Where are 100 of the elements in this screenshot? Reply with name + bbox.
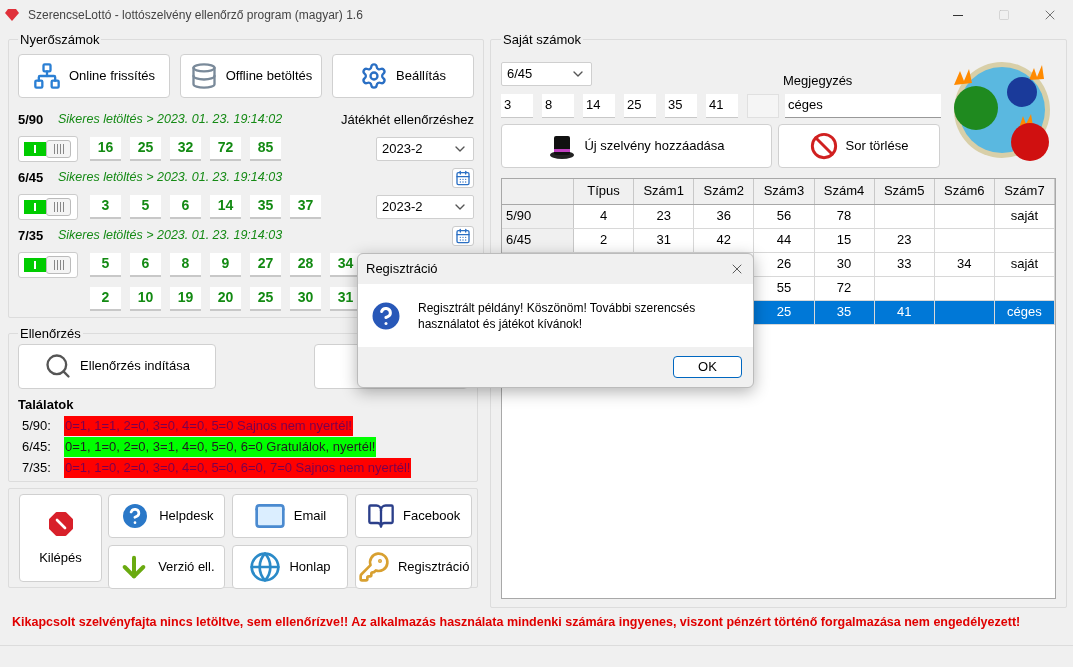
game-name: 5/90 xyxy=(18,110,45,129)
game-name: 7/35 xyxy=(18,226,45,245)
table-cell-text: 42 xyxy=(716,231,732,250)
result-text: 0=1, 1=0, 2=0, 3=0, 4=0, 5=0, 6=0, 7=0 Sajnos nem nyertél! xyxy=(64,458,412,478)
calendar-button[interactable] xyxy=(452,167,474,188)
column-header[interactable]: Szám4 xyxy=(814,178,875,204)
table-cell-text: 4 xyxy=(599,207,608,226)
action-button[interactable]: Honlap xyxy=(231,545,349,589)
table-cell-text: céges xyxy=(1007,303,1042,322)
book-icon xyxy=(367,502,396,530)
number-cell: 3 xyxy=(90,194,121,219)
number-cell: 34 xyxy=(330,252,361,277)
note-label: Megjegyzés xyxy=(783,72,854,90)
action-button[interactable]: Verzió ell. xyxy=(108,545,225,589)
week-select[interactable]: 2023-2 xyxy=(376,136,474,161)
table-cell-text: 41 xyxy=(896,303,912,322)
toolbar-button[interactable]: Beállítás xyxy=(332,53,474,98)
table-cell-text: 31 xyxy=(656,231,671,250)
dialog-title: Regisztráció xyxy=(366,260,438,279)
number-cell: 30 xyxy=(290,286,321,311)
table-cell-text: 2 xyxy=(599,231,608,250)
number-cell: 35 xyxy=(250,194,281,219)
action-button[interactable]: Facebook xyxy=(355,494,472,538)
table-cell-text: 33 xyxy=(896,255,912,274)
settings-icon xyxy=(360,61,389,90)
table-cell-text: 26 xyxy=(776,255,792,274)
result-text: 0=1, 1=1, 2=0, 3=0, 4=0, 5=0 Sajnos nem nyertél! xyxy=(64,416,353,436)
key-icon xyxy=(357,551,390,583)
number-cell: 27 xyxy=(250,252,281,277)
week-label: Játékhét ellenőrzéshez xyxy=(341,111,474,127)
exit-button[interactable]: Kilépés xyxy=(19,494,102,582)
toggle-switch[interactable] xyxy=(18,193,78,220)
number-cell: 6 xyxy=(130,252,161,277)
number-field[interactable]: 8 xyxy=(542,93,574,118)
number-cell: 5 xyxy=(130,194,161,219)
number-field[interactable]: 3 xyxy=(501,93,533,118)
column-header[interactable]: Szám1 xyxy=(634,178,695,204)
column-header[interactable]: Szám2 xyxy=(694,178,755,204)
number-field[interactable]: 41 xyxy=(706,93,738,118)
table-cell-text: 23 xyxy=(656,207,671,226)
footer-notice: Kikapcsolt szelvényfajta nincs letöltve, sem ellenőrízve!! Az alkalmazás használata mindenki számára ingyenes, viszont pénzért történő forgalmazása nem engedélyezett! xyxy=(11,614,1022,631)
result-label: 6/45: xyxy=(21,438,52,457)
result-label: 5/90: xyxy=(21,417,52,436)
table-cell-text: 23 xyxy=(896,231,912,250)
toggle-switch[interactable] xyxy=(18,251,78,278)
number-cell: 37 xyxy=(290,194,321,219)
table-cell-text: 78 xyxy=(836,207,852,226)
number-field[interactable]: 35 xyxy=(665,93,697,118)
table-cell-text: 56 xyxy=(776,207,792,226)
number-cell: 16 xyxy=(90,136,121,161)
column-header[interactable]: Szám3 xyxy=(754,178,815,204)
number-cell: 85 xyxy=(250,136,281,161)
number-cell: 28 xyxy=(290,252,321,277)
table-cell-text: 30 xyxy=(836,255,852,274)
column-header[interactable]: Szám7 xyxy=(994,178,1055,204)
toggle-switch[interactable] xyxy=(18,135,78,162)
column-header[interactable]: Szám6 xyxy=(934,178,995,204)
window-title: SzerencseLottó - lottószelvény ellenőrző program (magyar) 1.6 xyxy=(28,7,363,24)
table-cell-text: 35 xyxy=(836,303,852,322)
table-cell-text: saját xyxy=(1010,207,1039,226)
group-title: Ellenőrzés xyxy=(19,325,82,343)
week-select[interactable]: 2023-2 xyxy=(376,194,474,219)
add-ticket-button[interactable]: Új szelvény hozzáadása xyxy=(501,123,772,168)
search-icon xyxy=(44,352,73,380)
calendar-button[interactable] xyxy=(452,225,474,246)
status-text: Sikeres letöltés > 2023. 01. 23. 19:14:02 xyxy=(58,111,283,129)
number-cell: 72 xyxy=(210,136,241,161)
calendar-icon xyxy=(455,169,471,186)
ok-button[interactable]: OK xyxy=(673,356,742,378)
table-cell-text: 34 xyxy=(957,255,972,274)
result-text: 0=1, 1=0, 2=0, 3=1, 4=0, 5=0, 6=0 Gratulálok, nyertél! xyxy=(64,437,377,457)
type-select[interactable]: 6/45 xyxy=(501,61,592,86)
delete-row-button[interactable]: Sor törlése xyxy=(778,123,940,168)
table-cell-text: 72 xyxy=(836,279,852,298)
number-cell: 10 xyxy=(130,286,161,311)
number-cell: 14 xyxy=(210,194,241,219)
table-cell-text: 55 xyxy=(776,279,792,298)
action-button[interactable]: Email xyxy=(231,494,349,538)
minimize-icon xyxy=(953,14,963,16)
table-cell-text: 44 xyxy=(776,231,792,250)
number-field[interactable]: 25 xyxy=(624,93,656,118)
number-cell: 9 xyxy=(210,252,241,277)
results-title: Találatok xyxy=(18,395,75,414)
number-cell: 5 xyxy=(90,252,121,277)
start-check-button[interactable]: Ellenőrzés indítása xyxy=(18,343,216,389)
action-button[interactable]: Regisztráció xyxy=(355,545,472,589)
number-cell: 20 xyxy=(210,286,241,311)
number-cell: 25 xyxy=(250,286,281,311)
action-button[interactable]: Helpdesk xyxy=(108,494,225,538)
number-field[interactable]: 14 xyxy=(583,93,615,118)
column-header[interactable]: Típus xyxy=(574,178,635,204)
note-field[interactable]: céges xyxy=(785,93,941,118)
result-label: 7/35: xyxy=(21,459,52,478)
toolbar-button[interactable]: Online frissítés xyxy=(18,53,170,98)
number-cell: 8 xyxy=(170,252,201,277)
table-cell-text: 25 xyxy=(776,303,792,322)
column-header[interactable]: Szám5 xyxy=(874,178,935,204)
number-cell: 32 xyxy=(170,136,201,161)
number-cell: 6 xyxy=(170,194,201,219)
toolbar-button[interactable]: Offline betöltés xyxy=(180,53,322,98)
